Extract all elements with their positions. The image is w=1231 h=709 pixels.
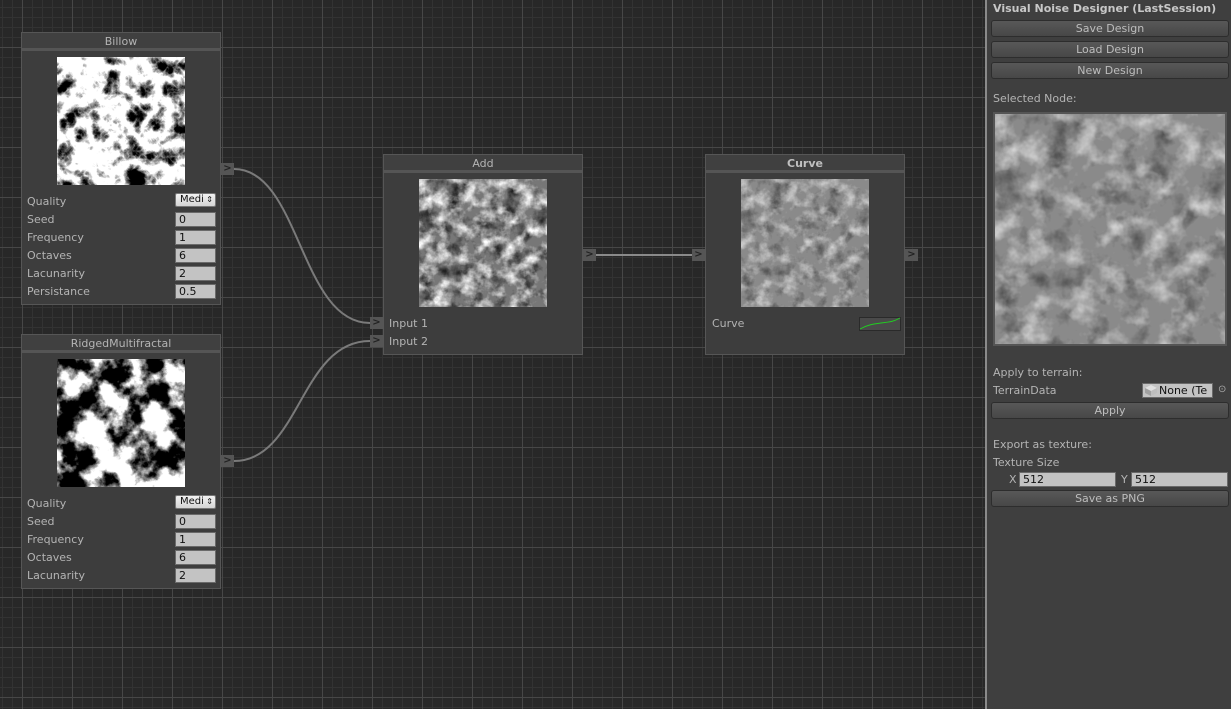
- ridged-noise-preview: [57, 359, 185, 487]
- seed-input[interactable]: 0: [175, 212, 216, 227]
- field-frequency: Frequency 1: [27, 531, 216, 549]
- add-input-2-port[interactable]: >: [370, 335, 383, 347]
- node-ridged-multifractal[interactable]: RidgedMultifractal Quality Medi ⇕ Seed 0 …: [21, 334, 221, 589]
- select-arrows-icon: ⇕: [206, 497, 213, 506]
- field-label: Seed: [27, 213, 55, 226]
- field-octaves: Octaves 6: [27, 247, 216, 265]
- curve-output-port[interactable]: >: [905, 249, 918, 261]
- add-output-port[interactable]: >: [583, 249, 596, 261]
- terrain-data-field[interactable]: None (Te: [1142, 383, 1213, 398]
- select-value: Medi: [180, 194, 204, 205]
- quality-select[interactable]: Medi ⇕: [175, 495, 216, 509]
- octaves-input[interactable]: 6: [175, 248, 216, 263]
- frequency-input[interactable]: 1: [175, 230, 216, 245]
- save-design-button[interactable]: Save Design: [991, 20, 1229, 37]
- select-arrows-icon: ⇕: [206, 195, 213, 204]
- apply-to-terrain-label: Apply to terrain:: [993, 366, 1083, 379]
- field-lacunarity: Lacunarity 2: [27, 567, 216, 585]
- export-texture-label: Export as texture:: [993, 438, 1092, 451]
- quality-select[interactable]: Medi ⇕: [175, 193, 216, 207]
- persistance-input[interactable]: 0.5: [175, 284, 216, 299]
- load-design-button[interactable]: Load Design: [991, 41, 1229, 58]
- texture-size-label: Texture Size: [993, 456, 1060, 469]
- curve-editor-field[interactable]: [859, 317, 901, 331]
- object-picker-icon[interactable]: ⊙: [1218, 384, 1226, 395]
- node-graph-canvas[interactable]: Billow Quality Medi ⇕ Seed 0 Frequency 1 …: [0, 0, 985, 709]
- wire-billow-to-add-input1: [233, 168, 371, 324]
- node-title[interactable]: Billow: [22, 33, 220, 51]
- field-frequency: Frequency 1: [27, 229, 216, 247]
- panel-title: Visual Noise Designer (LastSession): [993, 2, 1217, 15]
- billow-output-port[interactable]: >: [221, 163, 234, 175]
- node-title[interactable]: Curve: [706, 155, 904, 173]
- curve-field-label: Curve: [712, 317, 745, 330]
- field-seed: Seed 0: [27, 513, 216, 531]
- selected-node-preview: [993, 112, 1227, 346]
- node-title[interactable]: RidgedMultifractal: [22, 335, 220, 353]
- field-label: Octaves: [27, 249, 72, 262]
- node-title[interactable]: Add: [384, 155, 582, 173]
- curve-noise-preview: [741, 179, 869, 307]
- apply-button[interactable]: Apply: [991, 402, 1229, 419]
- node-billow[interactable]: Billow Quality Medi ⇕ Seed 0 Frequency 1 …: [21, 32, 221, 305]
- node-curve[interactable]: Curve Curve: [705, 154, 905, 355]
- select-value: Medi: [180, 496, 204, 507]
- field-label: Frequency: [27, 533, 84, 546]
- field-label: Frequency: [27, 231, 84, 244]
- field-label: Octaves: [27, 551, 72, 564]
- field-label: Quality: [27, 195, 67, 208]
- seed-input[interactable]: 0: [175, 514, 216, 529]
- texture-y-input[interactable]: 512: [1131, 472, 1228, 487]
- input-1-label: Input 1: [389, 317, 428, 330]
- new-design-button[interactable]: New Design: [991, 62, 1229, 79]
- terrain-data-label: TerrainData: [993, 384, 1057, 397]
- field-quality: Quality Medi ⇕: [27, 193, 216, 211]
- ridged-output-port[interactable]: >: [221, 455, 234, 467]
- field-octaves: Octaves 6: [27, 549, 216, 567]
- add-input-1-port[interactable]: >: [370, 317, 383, 329]
- terrain-asset-icon: [1145, 385, 1157, 396]
- field-quality: Quality Medi ⇕: [27, 495, 216, 513]
- save-as-png-button[interactable]: Save as PNG: [991, 490, 1229, 507]
- field-lacunarity: Lacunarity 2: [27, 265, 216, 283]
- texture-y-label: Y: [1121, 473, 1128, 486]
- terrain-data-value: None (Te: [1159, 384, 1208, 397]
- input-2-label: Input 2: [389, 335, 428, 348]
- field-persistance: Persistance 0.5: [27, 283, 216, 301]
- add-noise-preview: [419, 179, 547, 307]
- selected-node-label: Selected Node:: [993, 92, 1077, 105]
- frequency-input[interactable]: 1: [175, 532, 216, 547]
- field-label: Lacunarity: [27, 569, 86, 582]
- texture-x-input[interactable]: 512: [1019, 472, 1116, 487]
- field-seed: Seed 0: [27, 211, 216, 229]
- lacunarity-input[interactable]: 2: [175, 568, 216, 583]
- billow-noise-preview: [57, 57, 185, 185]
- field-label: Quality: [27, 497, 67, 510]
- node-add[interactable]: Add Input 1 Input 2: [383, 154, 583, 355]
- designer-side-panel: Visual Noise Designer (LastSession) Save…: [985, 0, 1231, 709]
- wire-ridged-to-add-input2: [233, 340, 371, 462]
- lacunarity-input[interactable]: 2: [175, 266, 216, 281]
- field-label: Persistance: [27, 285, 90, 298]
- field-label: Seed: [27, 515, 55, 528]
- curve-input-port[interactable]: >: [692, 249, 705, 261]
- texture-x-label: X: [1009, 473, 1017, 486]
- octaves-input[interactable]: 6: [175, 550, 216, 565]
- field-label: Lacunarity: [27, 267, 86, 280]
